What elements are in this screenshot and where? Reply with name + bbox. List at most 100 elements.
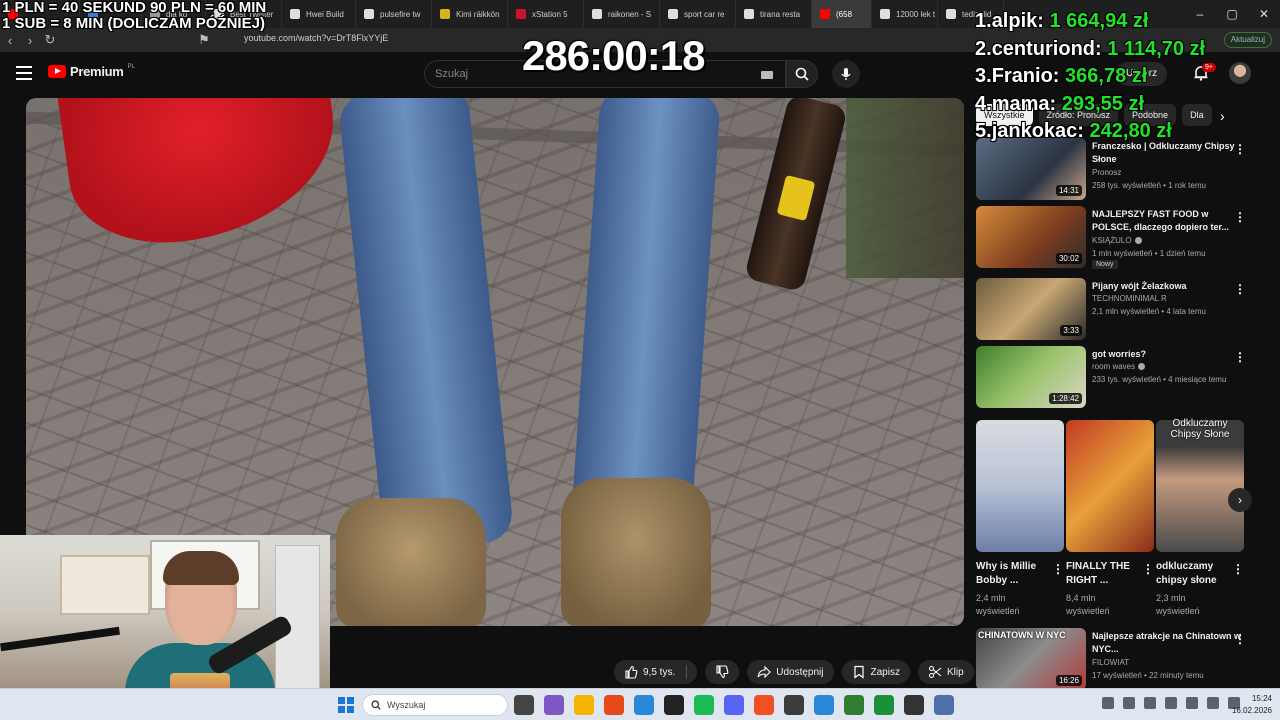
save-button[interactable]: Zapisz [841, 660, 910, 684]
short-title[interactable]: FINALLY THE RIGHT ... [1066, 560, 1138, 588]
browser-tab[interactable]: tirana resta [736, 0, 812, 28]
leaderboard-name: mama: [991, 92, 1057, 115]
more-vert-icon[interactable]: ⋮ [1232, 562, 1244, 576]
url-text[interactable]: youtube.com/watch?v=DrT8FlxYYjE [244, 33, 388, 43]
maximize-icon[interactable]: ▢ [1216, 0, 1248, 28]
taskbar-app-icon[interactable] [664, 695, 684, 715]
bookmark-icon[interactable]: ⚑ [194, 30, 214, 50]
avatar[interactable] [1229, 62, 1251, 84]
browser-tab[interactable]: (658 [812, 0, 872, 28]
browser-tab[interactable]: Hwei Build [282, 0, 356, 28]
short-thumbnail[interactable] [1066, 420, 1154, 552]
more-vert-icon[interactable]: ⋮ [1234, 632, 1246, 646]
short-title[interactable]: Why is Millie Bobby ... [976, 560, 1048, 588]
taskbar-app-icon[interactable] [724, 695, 744, 715]
video-thumbnail[interactable]: 14:31 [976, 138, 1086, 200]
browser-tab[interactable]: pulsefire tw [356, 0, 432, 28]
more-vert-icon[interactable]: ⋮ [1234, 210, 1246, 224]
channel-name[interactable]: KSIĄŻULO [1092, 236, 1142, 245]
tray-network-icon[interactable] [1123, 697, 1135, 709]
leaderboard-amount: 242,80 zł [1089, 120, 1172, 142]
channel-name-text: Pronosz [1092, 168, 1122, 177]
recommended-video[interactable]: 1:28:42 got worries? room waves 233 tys. wy… [976, 346, 1266, 410]
taskbar-app-icon[interactable] [784, 695, 804, 715]
reload-icon[interactable]: ↻ [40, 30, 60, 50]
voice-search-button[interactable] [832, 60, 860, 88]
video-title[interactable]: Najlepsze atrakcje na Chinatown w NYC... [1092, 630, 1242, 656]
taskbar-app-icon[interactable] [814, 695, 834, 715]
clip-button[interactable]: Klip [917, 660, 974, 684]
dislike-button[interactable] [705, 660, 740, 684]
channel-name[interactable]: TECHNOMINIMAL R [1092, 294, 1167, 303]
tray-app-icon[interactable] [1144, 697, 1156, 709]
video-title[interactable]: NAJLEPSZY FAST FOOD w POLSCE, dlaczego d… [1092, 208, 1242, 234]
windows-start-icon[interactable] [338, 697, 354, 713]
like-button[interactable]: 9,5 tys. [614, 660, 698, 684]
short-video[interactable]: FINALLY THE RIGHT ... 8,4 mln wyświetleń ⋮ [1066, 420, 1154, 620]
short-video[interactable]: Why is Millie Bobby ... 2,4 mln wyświetle… [976, 420, 1064, 620]
shorts-next-button[interactable]: › [1228, 488, 1252, 512]
chevron-right-icon[interactable]: › [1220, 108, 1225, 124]
video-thumbnail[interactable]: 30:02 [976, 206, 1086, 268]
taskbar-app-icon[interactable] [604, 695, 624, 715]
tray-wifi-icon[interactable] [1186, 697, 1198, 709]
video-thumbnail[interactable]: CHINATOWN W NYC 16:26 [976, 628, 1086, 690]
video-title[interactable]: got worries? [1092, 348, 1242, 361]
tray-chevron-icon[interactable] [1102, 697, 1114, 709]
back-icon[interactable]: ‹ [0, 30, 20, 50]
recommended-video[interactable]: 14:31 Franczesko | Odkluczamy Chipsy Słon… [976, 138, 1266, 202]
taskbar-app-icon[interactable] [574, 695, 594, 715]
video-duration: 1:28:42 [1049, 393, 1082, 404]
short-video[interactable]: odkluczamy chipsy słone 2,3 mln wyświetle… [1156, 420, 1244, 620]
share-button[interactable]: Udostępnij [747, 660, 834, 684]
close-icon[interactable]: ✕ [1248, 0, 1280, 28]
more-vert-icon[interactable]: ⋮ [1234, 142, 1246, 156]
taskbar-app-icon[interactable] [934, 695, 954, 715]
recommended-video[interactable]: CHINATOWN W NYC 16:26 Najlepsze atrakcje n… [976, 628, 1266, 692]
recommended-video[interactable]: 30:02 NAJLEPSZY FAST FOOD w POLSCE, dlacz… [976, 206, 1266, 270]
video-duration: 30:02 [1055, 253, 1082, 264]
taskbar-app-icon[interactable] [874, 695, 894, 715]
leaderboard-name: alpik: [991, 10, 1044, 32]
channel-name[interactable]: room waves [1092, 362, 1146, 371]
browser-tab[interactable]: raikonen - S [584, 0, 660, 28]
taskbar-app-icon[interactable] [634, 695, 654, 715]
taskbar-search-input[interactable] [387, 700, 497, 710]
taskbar-clock[interactable]: 15:24 16.02.2026 [1224, 693, 1272, 717]
taskbar-app-icon[interactable] [514, 695, 534, 715]
tray-volume-icon[interactable] [1207, 697, 1219, 709]
taskbar-app-icon[interactable] [544, 695, 564, 715]
taskbar-search[interactable] [362, 694, 508, 716]
taskbar-app-icon[interactable] [754, 695, 774, 715]
forward-icon[interactable]: › [20, 30, 40, 50]
more-vert-icon[interactable]: ⋮ [1142, 562, 1154, 576]
browser-tab[interactable]: 12000 lek t [872, 0, 938, 28]
tray-mic-icon[interactable] [1165, 697, 1177, 709]
menu-icon[interactable] [16, 66, 32, 80]
browser-tab[interactable]: sport car re [660, 0, 736, 28]
more-vert-icon[interactable]: ⋮ [1234, 282, 1246, 296]
save-label: Zapisz [870, 666, 900, 678]
keyboard-icon[interactable] [761, 71, 773, 79]
video-title[interactable]: Pijany wójt Żelazkowa [1092, 280, 1242, 293]
search-button[interactable] [786, 60, 818, 88]
taskbar-app-icon[interactable] [844, 695, 864, 715]
short-thumbnail[interactable] [976, 420, 1064, 552]
video-thumbnail[interactable]: 3:33 [976, 278, 1086, 340]
short-title[interactable]: odkluczamy chipsy słone [1156, 560, 1228, 588]
taskbar-app-icon[interactable] [694, 695, 714, 715]
channel-name[interactable]: FILOWIAT [1092, 658, 1129, 667]
windows-taskbar: 15:24 16.02.2026 [0, 688, 1280, 720]
update-button[interactable]: Aktualizuj [1223, 32, 1272, 48]
browser-tab[interactable]: Kimi räikkön [432, 0, 508, 28]
youtube-logo[interactable]: Premium PL [48, 64, 135, 79]
video-meta: 17 wyświetleń • 22 minuty temu [1092, 671, 1204, 680]
recommended-video[interactable]: 3:33 Pijany wójt Żelazkowa TECHNOMINIMAL R… [976, 278, 1266, 342]
more-vert-icon[interactable]: ⋮ [1234, 350, 1246, 364]
more-vert-icon[interactable]: ⋮ [1052, 562, 1064, 576]
taskbar-app-icon[interactable] [904, 695, 924, 715]
system-tray [1102, 697, 1240, 709]
video-thumbnail[interactable]: 1:28:42 [976, 346, 1086, 408]
channel-name[interactable]: Pronosz [1092, 168, 1121, 177]
browser-tab[interactable]: xStation 5 [508, 0, 584, 28]
